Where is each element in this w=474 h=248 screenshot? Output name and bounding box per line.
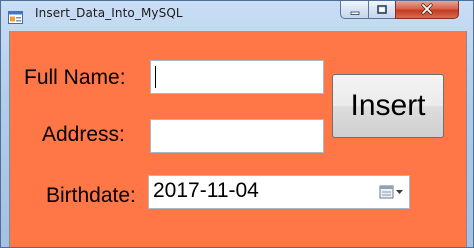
text-caret <box>155 66 156 88</box>
calendar-dropdown-icon[interactable] <box>379 183 405 201</box>
address-label: Address: <box>42 123 125 146</box>
full-name-field[interactable] <box>150 60 324 94</box>
address-field[interactable] <box>150 119 324 153</box>
form-client-area: Full Name: Address: Insert Birthdate: 20… <box>9 31 467 247</box>
close-icon <box>420 1 434 19</box>
window-title: Insert_Data_Into_MySQL <box>35 6 183 20</box>
close-button[interactable] <box>395 1 459 19</box>
birthdate-label: Birthdate: <box>46 184 136 207</box>
full-name-label: Full Name: <box>24 66 126 89</box>
full-name-input[interactable] <box>151 61 323 93</box>
maximize-icon <box>377 1 387 19</box>
birthdate-value: 2017-11-04 <box>153 179 259 202</box>
maximize-button[interactable] <box>368 1 396 19</box>
minimize-icon <box>350 1 360 19</box>
birthdate-picker[interactable]: 2017-11-04 <box>148 175 410 209</box>
address-input[interactable] <box>151 120 323 152</box>
insert-button[interactable]: Insert <box>332 74 444 138</box>
app-window: Insert_Data_Into_MySQL Full Name: Addres… <box>0 0 474 248</box>
form-window-icon <box>8 9 23 24</box>
minimize-button[interactable] <box>340 1 369 19</box>
title-bar[interactable]: Insert_Data_Into_MySQL <box>1 1 473 31</box>
